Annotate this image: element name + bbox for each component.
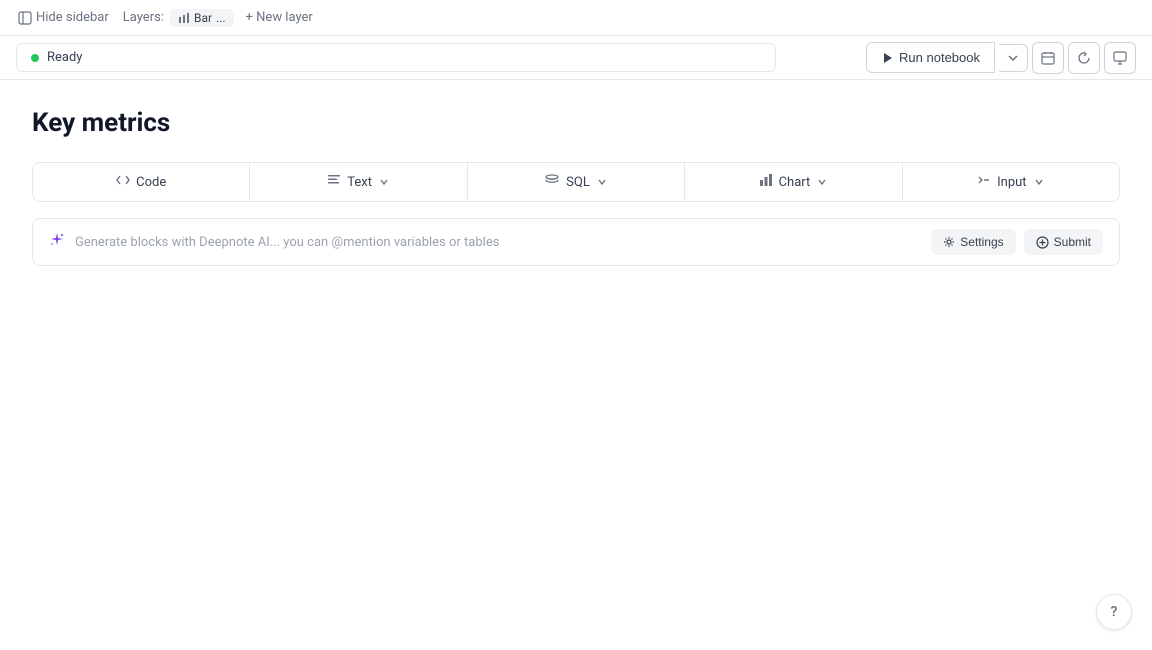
input-icon [977,173,991,191]
refresh-icon [1077,51,1091,65]
submit-label: Submit [1054,235,1091,249]
help-label: ? [1111,604,1118,620]
page-title: Key metrics [32,108,1120,138]
ai-generate-bar: Generate blocks with Deepnote AI... you … [32,218,1120,266]
sidebar-icon [18,11,32,25]
block-type-sql[interactable]: SQL [468,163,685,201]
refresh-icon-button[interactable] [1068,42,1100,74]
ai-submit-button[interactable]: Submit [1024,229,1103,255]
block-type-bar: Code Text [32,162,1120,202]
block-type-input[interactable]: Input [903,163,1119,201]
text-chevron-icon [378,176,390,188]
layers-label: Layers: [123,10,164,25]
text-icon [327,173,341,191]
gear-icon [943,236,955,248]
run-dropdown-button[interactable] [999,44,1028,72]
sql-icon [544,173,560,191]
block-type-code[interactable]: Code [33,163,250,201]
run-notebook-label: Run notebook [899,50,980,65]
block-type-text[interactable]: Text [250,163,467,201]
status-ready: Ready [16,43,776,72]
sql-chevron-icon [596,176,608,188]
help-button[interactable]: ? [1096,594,1132,630]
chart-chevron-icon [816,176,828,188]
ready-dot [31,54,39,62]
code-icon [116,173,130,191]
input-chevron-icon [1033,176,1045,188]
monitor-icon [1113,51,1127,65]
layers-chip[interactable]: Bar ... [170,9,234,27]
layers-section: Layers: Bar ... + New layer [123,8,319,27]
text-label: Text [347,175,372,190]
bar-chart-icon [178,12,190,24]
ready-label: Ready [47,50,82,65]
ai-sparkles-icon [49,232,65,252]
run-section: Run notebook [866,42,1136,74]
run-notebook-button[interactable]: Run notebook [866,42,995,73]
ai-placeholder-text: Generate blocks with Deepnote AI... you … [75,235,499,250]
calendar-icon-button[interactable] [1032,42,1064,74]
layers-more: ... [216,11,226,25]
play-icon [881,52,893,64]
main-content: Key metrics Code Text [0,80,1152,266]
chevron-down-icon [1007,52,1019,64]
monitor-icon-button[interactable] [1104,42,1136,74]
top-bar: Hide sidebar Layers: Bar ... + New layer [0,0,1152,36]
chart-icon [759,173,773,191]
settings-label: Settings [960,235,1003,249]
top-bar-left: Hide sidebar Layers: Bar ... + New layer [12,8,319,27]
new-layer-button[interactable]: + New layer [240,8,319,27]
ai-bar-right: Settings Submit [931,229,1103,255]
status-bar: Ready Run notebook [0,36,1152,80]
chart-label: Chart [779,175,811,190]
hide-sidebar-button[interactable]: Hide sidebar [12,8,115,27]
ai-settings-button[interactable]: Settings [931,229,1015,255]
code-label: Code [136,175,166,190]
block-type-chart[interactable]: Chart [685,163,902,201]
layers-chip-label: Bar [194,11,212,25]
ai-bar-left: Generate blocks with Deepnote AI... you … [49,232,499,252]
plus-circle-icon [1036,236,1049,249]
hide-sidebar-label: Hide sidebar [36,10,109,25]
calendar-icon [1041,51,1055,65]
input-label: Input [997,175,1026,190]
sql-label: SQL [566,175,590,190]
